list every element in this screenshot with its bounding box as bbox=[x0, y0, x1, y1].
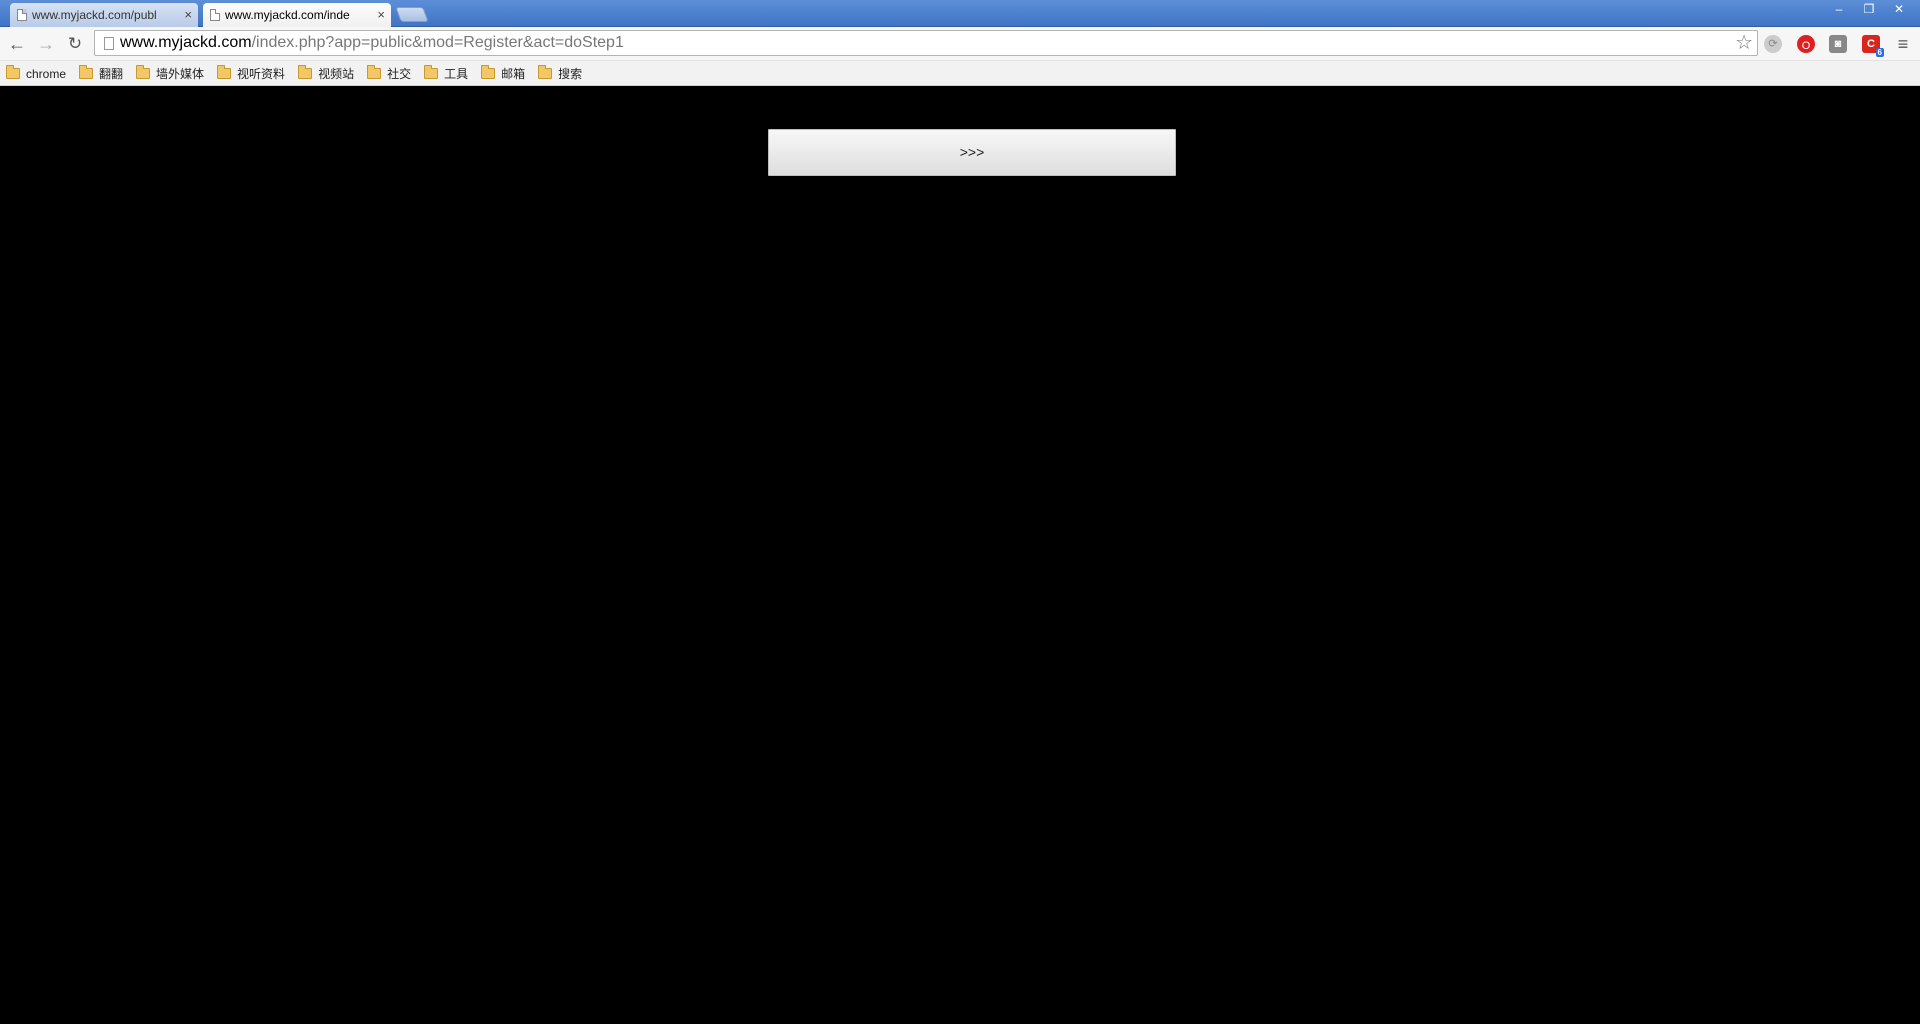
tab-close-icon[interactable]: × bbox=[184, 3, 192, 27]
folder-icon bbox=[481, 65, 496, 79]
page-icon bbox=[210, 9, 220, 21]
browser-window: www.myjackd.com/publ × www.myjackd.com/i… bbox=[0, 0, 1920, 1024]
forward-arrow-icon[interactable]: → bbox=[34, 32, 58, 56]
bookmark-folder-media[interactable]: 墙外媒体 bbox=[136, 65, 204, 82]
tab-title: www.myjackd.com/publ bbox=[32, 8, 157, 22]
bookmark-label: 翻翻 bbox=[99, 67, 124, 81]
folder-icon bbox=[217, 65, 232, 79]
tab-active[interactable]: www.myjackd.com/inde × bbox=[203, 3, 391, 27]
page-icon bbox=[104, 37, 114, 50]
back-arrow-icon[interactable]: ← bbox=[5, 32, 29, 56]
address-bar[interactable]: www.myjackd.com/index.php?app=public&mod… bbox=[94, 30, 1758, 56]
menu-icon[interactable]: ≡ bbox=[1893, 34, 1913, 54]
bookmark-folder-chrome[interactable]: chrome bbox=[6, 65, 67, 81]
reload-icon[interactable]: ↻ bbox=[63, 32, 87, 56]
bookmark-label: 视听资料 bbox=[237, 67, 286, 81]
folder-icon bbox=[136, 65, 151, 79]
close-window-icon[interactable]: ✕ bbox=[1884, 0, 1914, 18]
folder-icon bbox=[538, 65, 553, 79]
restore-icon[interactable]: ❐ bbox=[1854, 0, 1884, 18]
url-text[interactable]: www.myjackd.com/index.php?app=public&mod… bbox=[120, 34, 624, 52]
folder-icon bbox=[6, 65, 20, 79]
window-controls: – ❐ ✕ bbox=[1824, 0, 1914, 20]
tab-strip: www.myjackd.com/publ × www.myjackd.com/i… bbox=[0, 0, 1920, 27]
page-content: >>> bbox=[0, 86, 1920, 1024]
page-icon bbox=[17, 9, 27, 21]
c-extension-glyph: C bbox=[1867, 38, 1875, 50]
bookmark-folder-tools[interactable]: 工具 bbox=[424, 65, 468, 82]
bookmark-folder-av[interactable]: 视听资料 bbox=[217, 65, 285, 82]
tab-inactive[interactable]: www.myjackd.com/publ × bbox=[10, 3, 198, 27]
tab-title: www.myjackd.com/inde bbox=[225, 8, 350, 22]
bookmark-label: chrome bbox=[26, 66, 67, 81]
bookmark-label: 社交 bbox=[387, 67, 412, 81]
bookmark-label: 墙外媒体 bbox=[156, 67, 205, 81]
bookmark-folder-mail[interactable]: 邮箱 bbox=[481, 65, 525, 82]
tab-close-icon[interactable]: × bbox=[377, 3, 385, 27]
folder-icon bbox=[79, 65, 94, 79]
folder-icon bbox=[298, 65, 313, 79]
bookmark-star-icon[interactable]: ☆ bbox=[1735, 32, 1753, 54]
extension-badge: 6 bbox=[1875, 48, 1884, 57]
bookmark-folder-social[interactable]: 社交 bbox=[367, 65, 411, 82]
minimize-icon[interactable]: – bbox=[1824, 0, 1854, 18]
url-path: /index.php?app=public&mod=Register&act=d… bbox=[251, 34, 624, 51]
bookmark-folder-search[interactable]: 搜索 bbox=[538, 65, 582, 82]
opera-extension-icon[interactable]: O bbox=[1797, 35, 1815, 53]
bookmark-folder-video[interactable]: 视频站 bbox=[298, 65, 354, 82]
bookmark-label: 邮箱 bbox=[501, 67, 526, 81]
next-button[interactable]: >>> bbox=[768, 129, 1176, 176]
bookmark-label: 视频站 bbox=[318, 67, 355, 81]
bookmark-label: 搜索 bbox=[558, 67, 583, 81]
glasses-extension-icon[interactable]: ◙ bbox=[1829, 35, 1847, 53]
sync-icon[interactable]: ⟳ bbox=[1764, 35, 1782, 53]
new-tab-button[interactable] bbox=[395, 7, 429, 22]
bookmark-folder-fanfan[interactable]: 翻翻 bbox=[79, 65, 123, 82]
url-host: www.myjackd.com bbox=[120, 34, 252, 51]
bookmark-label: 工具 bbox=[444, 67, 469, 81]
folder-icon bbox=[367, 65, 382, 79]
c-extension-icon[interactable]: C 6 bbox=[1862, 35, 1884, 57]
bookmarks-bar: chrome 翻翻 墙外媒体 视听资料 视频站 社交 工具 邮箱 搜索 bbox=[0, 61, 1920, 86]
folder-icon bbox=[424, 65, 439, 79]
browser-toolbar: ← → ↻ www.myjackd.com/index.php?app=publ… bbox=[0, 27, 1920, 61]
